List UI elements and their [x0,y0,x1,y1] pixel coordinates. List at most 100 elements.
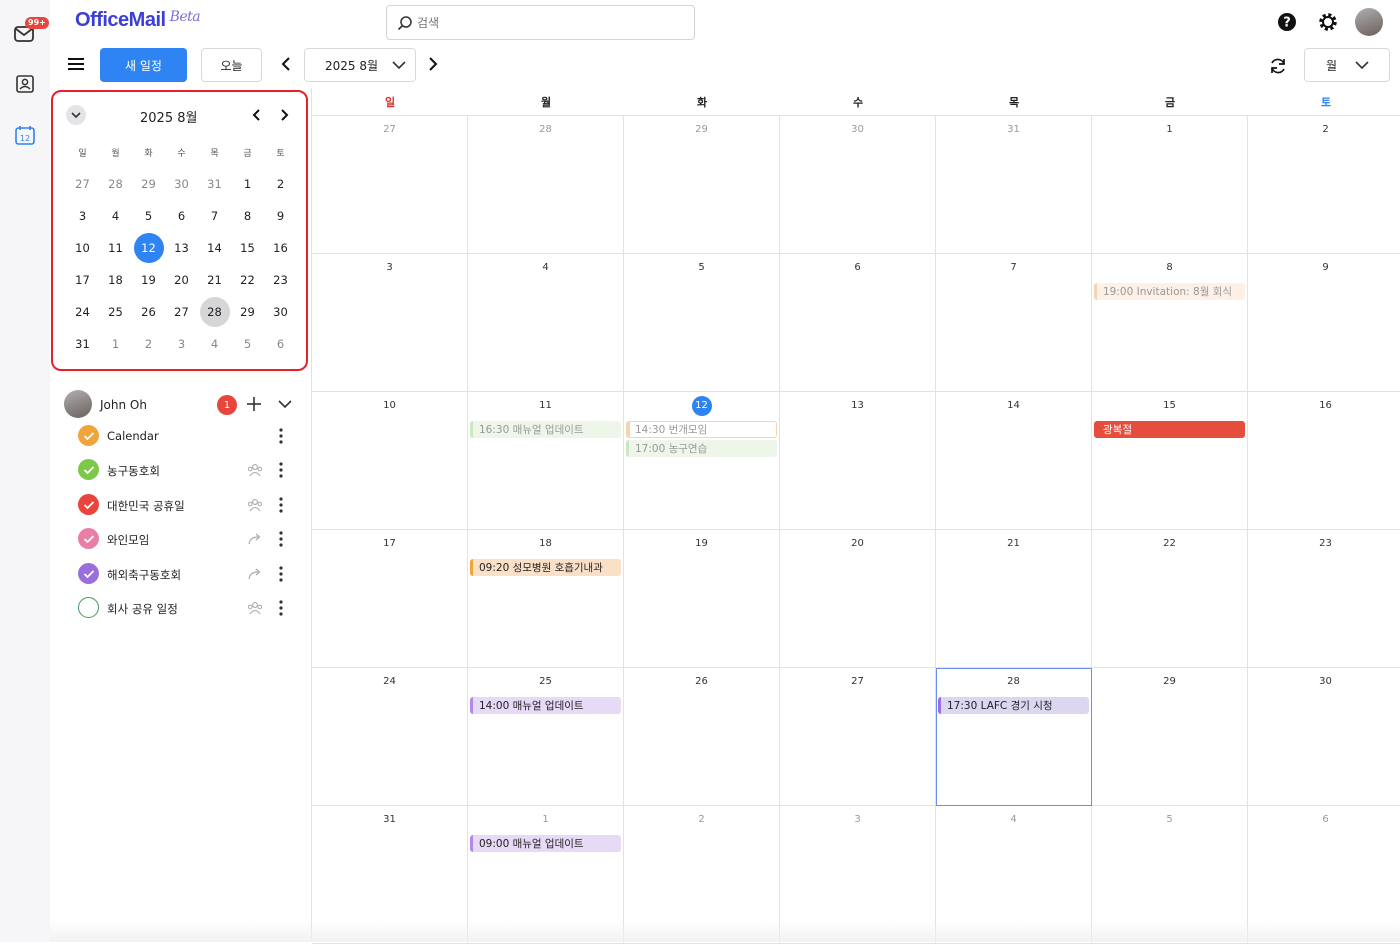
mini-day[interactable]: 30 [165,168,198,200]
calendar-list-item[interactable]: 대한민국 공휴일 [78,492,300,518]
add-calendar-icon[interactable] [244,394,264,414]
calendar-event[interactable]: 16:30 매뉴얼 업데이트 [470,421,621,438]
mini-day[interactable]: 1 [231,168,264,200]
more-vertical-icon[interactable] [276,529,286,549]
calendar-event[interactable]: 17:00 농구연습 [626,440,777,457]
hamburger-menu-icon[interactable] [66,54,86,74]
day-cell[interactable]: 9 [1248,254,1400,392]
calendar-list-item[interactable]: Calendar [78,423,300,449]
calendar-list-item[interactable]: 농구동호회 [78,457,300,483]
day-cell[interactable]: 6 [780,254,936,392]
user-avatar[interactable] [1355,8,1383,36]
mini-day[interactable]: 2 [264,168,297,200]
mini-day[interactable]: 14 [198,232,231,264]
calendar-event[interactable]: 09:20 성모병원 호흡기내과 [470,559,621,576]
day-cell[interactable]: 8 19:00 Invitation: 8월 회식 [1092,254,1248,392]
calendar-event[interactable]: 17:30 LAFC 경기 시청 [938,697,1089,714]
day-cell[interactable]: 29 [1092,668,1248,806]
checked-circle-icon[interactable] [78,494,99,515]
day-cell[interactable]: 30 [1248,668,1400,806]
day-cell[interactable]: 17 [312,530,468,668]
mini-day[interactable]: 12 [132,232,165,264]
day-cell[interactable]: 31 [936,116,1092,254]
checked-circle-icon[interactable] [78,528,99,549]
day-cell[interactable]: 27 [312,116,468,254]
more-vertical-icon[interactable] [276,598,286,618]
expand-chevron-icon[interactable] [275,394,295,414]
mini-day[interactable]: 30 [264,296,297,328]
mini-day[interactable]: 5 [231,328,264,360]
day-cell[interactable]: 1 [1092,116,1248,254]
calendar-list-item[interactable]: 회사 공유 일정 [78,595,300,621]
mini-day[interactable]: 31 [66,328,99,360]
mini-day[interactable]: 29 [231,296,264,328]
refresh-icon[interactable] [1266,54,1290,78]
day-cell[interactable]: 4 [468,254,624,392]
day-cell[interactable]: 30 [780,116,936,254]
today-button[interactable]: 오늘 [201,48,262,82]
mini-day[interactable]: 17 [66,264,99,296]
day-cell[interactable]: 5 [1092,806,1248,944]
day-cell[interactable]: 23 [1248,530,1400,668]
calendar-icon[interactable]: 12 [12,122,38,148]
mini-day[interactable]: 6 [165,200,198,232]
mini-day[interactable]: 19 [132,264,165,296]
day-cell[interactable]: 31 [312,806,468,944]
day-cell[interactable]: 27 [780,668,936,806]
more-vertical-icon[interactable] [276,495,286,515]
day-cell[interactable]: 26 [624,668,780,806]
prev-month-icon[interactable] [276,54,296,74]
more-vertical-icon[interactable] [276,564,286,584]
calendar-event[interactable]: 14:30 번개모임 [626,421,777,438]
more-vertical-icon[interactable] [276,460,286,480]
day-cell[interactable]: 25 14:00 매뉴얼 업데이트 [468,668,624,806]
calendar-list-item[interactable]: 와인모임 [78,526,300,552]
mini-day[interactable]: 15 [231,232,264,264]
day-cell[interactable]: 18 09:20 성모병원 호흡기내과 [468,530,624,668]
mini-day[interactable]: 9 [264,200,297,232]
day-cell[interactable]: 21 [936,530,1092,668]
mini-day[interactable]: 21 [198,264,231,296]
contacts-icon[interactable] [12,71,38,97]
calendar-event[interactable]: 19:00 Invitation: 8월 회식 [1094,283,1245,300]
calendar-event[interactable]: 광복절 [1094,421,1245,438]
day-cell[interactable]: 3 [312,254,468,392]
mini-day[interactable]: 18 [99,264,132,296]
group-icon[interactable] [246,496,264,514]
month-select[interactable]: 2025 8월 [304,48,416,82]
mini-day[interactable]: 22 [231,264,264,296]
day-cell[interactable]: 13 [780,392,936,530]
calendar-event[interactable]: 09:00 매뉴얼 업데이트 [470,835,621,852]
mini-day[interactable]: 7 [198,200,231,232]
mini-day[interactable]: 13 [165,232,198,264]
day-cell[interactable]: 29 [624,116,780,254]
day-cell[interactable]: 22 [1092,530,1248,668]
view-select[interactable]: 월 [1304,48,1390,82]
checked-circle-icon[interactable] [78,425,99,446]
calendar-event[interactable]: 14:00 매뉴얼 업데이트 [470,697,621,714]
day-cell[interactable]: 11 16:30 매뉴얼 업데이트 [468,392,624,530]
day-cell[interactable]: 2 [1248,116,1400,254]
mini-day[interactable]: 20 [165,264,198,296]
mini-day[interactable]: 1 [99,328,132,360]
day-cell[interactable]: 15 광복절 [1092,392,1248,530]
mini-day[interactable]: 6 [264,328,297,360]
mini-day[interactable]: 28 [198,296,231,328]
mini-day[interactable]: 2 [132,328,165,360]
mini-day[interactable]: 23 [264,264,297,296]
day-cell[interactable]: 19 [624,530,780,668]
mini-day[interactable]: 28 [99,168,132,200]
day-cell[interactable]: 1 09:00 매뉴얼 업데이트 [468,806,624,944]
unchecked-circle-icon[interactable] [78,597,99,618]
mini-day[interactable]: 4 [198,328,231,360]
settings-gear-icon[interactable] [1316,10,1340,34]
calendar-list-item[interactable]: 해외축구동호회 [78,561,300,587]
mini-day[interactable]: 11 [99,232,132,264]
mini-day[interactable]: 27 [66,168,99,200]
share-icon[interactable] [246,565,264,583]
checked-circle-icon[interactable] [78,563,99,584]
mini-day[interactable]: 29 [132,168,165,200]
search-input[interactable] [417,15,677,30]
day-cell[interactable]: 4 [936,806,1092,944]
day-cell[interactable]: 10 [312,392,468,530]
